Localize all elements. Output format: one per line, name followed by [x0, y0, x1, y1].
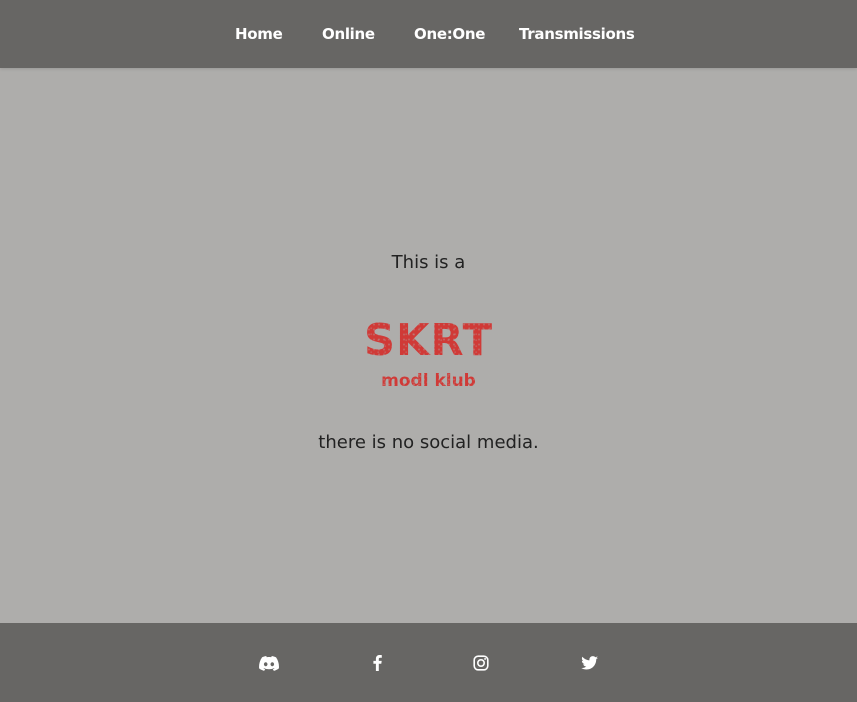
twitter-icon[interactable] — [579, 653, 599, 673]
nav-online-link[interactable]: Online — [322, 23, 375, 45]
nav-home-link[interactable]: Home — [235, 23, 283, 45]
logo-title: SKRT — [363, 315, 494, 366]
logo-subtitle: modl klub — [381, 371, 476, 391]
footer — [0, 623, 857, 702]
top-nav: Home Online One:One Transmissions — [0, 0, 857, 68]
nav-transmissions-link[interactable]: Transmissions — [519, 23, 635, 45]
outro-text: there is no social media. — [318, 432, 539, 453]
nav-one-one-link[interactable]: One:One — [414, 23, 485, 45]
instagram-icon[interactable] — [471, 653, 491, 673]
facebook-icon[interactable] — [367, 653, 387, 673]
main-content: This is a SKRT modl klub there is no soc… — [0, 68, 857, 623]
discord-icon[interactable] — [259, 653, 279, 673]
intro-text: This is a — [391, 252, 466, 273]
skrt-logo: SKRT modl klub — [353, 318, 504, 392]
